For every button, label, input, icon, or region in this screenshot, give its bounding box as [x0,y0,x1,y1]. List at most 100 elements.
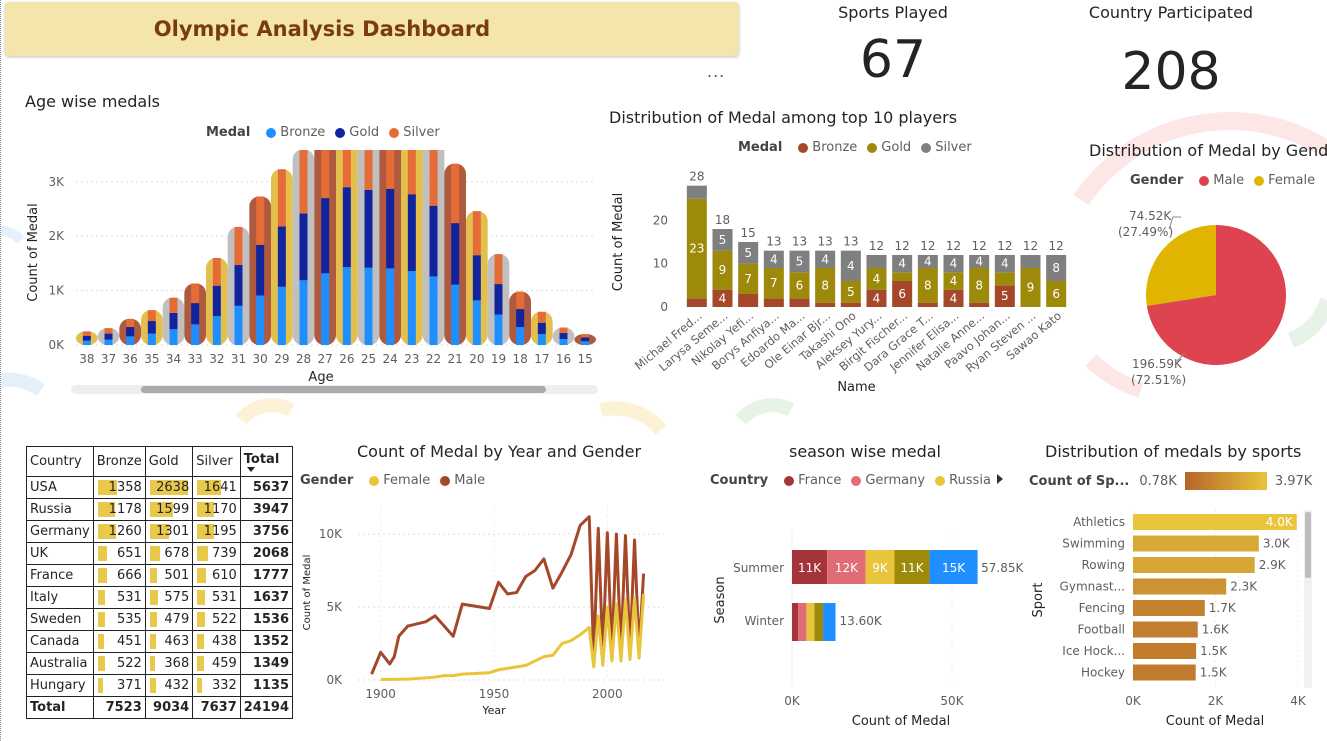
legend-next-page-icon[interactable] [997,474,1003,484]
bronze-cell[interactable]: 451 [92,630,146,653]
table-row[interactable]: Canada 451 463 438 1352 [26,630,294,653]
header-total[interactable]: Total [239,446,294,477]
medals-by-sport-chart[interactable]: 0K 2K 4K Athletics 4.0K Swimming 3.0K Rowing 2.9… [1026,500,1327,735]
more-options-icon[interactable]: ... [707,62,725,81]
bronze-cell[interactable]: 371 [92,674,146,697]
gold-cell[interactable]: 1301 [144,520,194,543]
x-tick-label: 25 [361,352,376,366]
legend-title: Gender [1130,173,1184,188]
age-chart-scrollbar-thumb[interactable] [141,386,546,393]
country-cell[interactable]: Italy [26,586,94,609]
total-cell[interactable]: 5637 [239,476,294,499]
bronze-cell[interactable]: 1358 [92,476,146,499]
country-cell[interactable]: Germany [26,520,94,543]
bronze-cell[interactable]: 522 [92,652,146,675]
bronze-cell[interactable]: 1260 [92,520,146,543]
silver-cell[interactable]: 522 [192,608,241,631]
medal-matrix-table[interactable]: Country Bronze Gold Silver Total USA 1358… [26,446,294,719]
legend-male[interactable]: Male [1213,173,1244,188]
silver-cell[interactable]: 531 [192,586,241,609]
country-cell[interactable]: Australia [26,652,94,675]
legend-silver[interactable]: Silver [935,140,972,155]
gold-cell[interactable]: 479 [144,608,194,631]
country-cell[interactable]: France [26,564,94,587]
top-players-medal-chart[interactable]: 01020Count of Medal 2328Michael Fred...49… [606,165,1076,400]
total-cell[interactable]: 1536 [239,608,294,631]
bronze-cell[interactable]: 666 [92,564,146,587]
silver-cell[interactable]: 1195 [192,520,241,543]
total-cell[interactable]: 1352 [239,630,294,653]
gold-cell[interactable]: 575 [144,586,194,609]
total-cell[interactable]: 2068 [239,542,294,565]
pie-label-male-value: 196.59K [1132,357,1183,371]
bronze-cell[interactable]: 535 [92,608,146,631]
bronze-cell[interactable]: 531 [92,586,146,609]
legend-bronze[interactable]: Bronze [812,140,857,155]
player-bar-bronze [917,302,938,307]
table-row[interactable]: Hungary 371 432 332 1135 [26,674,294,697]
silver-cell[interactable]: 438 [192,630,241,653]
gold-cell[interactable]: 678 [144,542,194,565]
silver-cell[interactable]: 459 [192,652,241,675]
medal-by-year-line-chart[interactable]: 0K 5K 10K 1900 1950 2000 Count of Medal Year [296,495,676,720]
header-silver[interactable]: Silver [192,446,241,477]
silver-cell[interactable]: 739 [192,542,241,565]
bronze-cell[interactable]: 1178 [92,498,146,521]
country-cell[interactable]: Russia [26,498,94,521]
total-cell[interactable]: 3947 [239,498,294,521]
country-cell[interactable]: Canada [26,630,94,653]
gold-cell[interactable]: 2638 [144,476,194,499]
table-row[interactable]: USA 1358 2638 1641 5637 [26,476,294,499]
gold-cell[interactable]: 463 [144,630,194,653]
total-cell[interactable]: 1135 [239,674,294,697]
table-row[interactable]: UK 651 678 739 2068 [26,542,294,565]
legend-silver[interactable]: Silver [403,125,440,140]
legend-gold[interactable]: Gold [349,125,379,140]
data-bar [197,656,204,671]
sport-bar [1133,600,1205,616]
age-chart-scrollbar-track[interactable] [71,385,598,394]
table-row[interactable]: Germany 1260 1301 1195 3756 [26,520,294,543]
gold-cell[interactable]: 1599 [144,498,194,521]
country-cell[interactable]: Sweden [26,608,94,631]
gold-cell[interactable]: 432 [144,674,194,697]
bronze-cell[interactable]: 651 [92,542,146,565]
data-label: 8 [975,278,983,292]
age-bar-bronze [169,329,178,345]
sort-desc-icon[interactable] [246,466,255,472]
table-row[interactable]: Australia 522 368 459 1349 [26,652,294,675]
legend-germany[interactable]: Germany [865,473,925,488]
header-country[interactable]: Country [26,446,94,477]
gold-cell[interactable]: 368 [144,652,194,675]
country-cell[interactable]: Hungary [26,674,94,697]
table-row[interactable]: Sweden 535 479 522 1536 [26,608,294,631]
age-bar-gold [537,322,546,335]
silver-cell[interactable]: 1641 [192,476,241,499]
silver-cell[interactable]: 1170 [192,498,241,521]
country-cell[interactable]: USA [26,476,94,499]
legend-male[interactable]: Male [454,473,485,488]
table-row[interactable]: France 666 501 610 1777 [26,564,294,587]
header-gold[interactable]: Gold [144,446,194,477]
total-cell[interactable]: 1777 [239,564,294,587]
gold-cell[interactable]: 501 [144,564,194,587]
silver-cell[interactable]: 332 [192,674,241,697]
legend-russia[interactable]: Russia [949,473,991,488]
table-row[interactable]: Italy 531 575 531 1637 [26,586,294,609]
legend-female[interactable]: Female [383,473,430,488]
legend-france[interactable]: France [798,473,841,488]
season-wise-medal-chart[interactable]: Summer 11K 12K 9K 11K 15K 57.85K Winter 13.60K Se… [706,500,1026,735]
table-row[interactable]: Russia 1178 1599 1170 3947 [26,498,294,521]
sports-chart-title: Distribution of medals by sports [1045,442,1302,461]
legend-gold[interactable]: Gold [881,140,911,155]
total-cell[interactable]: 1349 [239,652,294,675]
country-cell[interactable]: UK [26,542,94,565]
gender-pie-chart[interactable]: 74.52K (27.49%) 196.59K (72.51%) [1101,195,1327,395]
age-wise-medals-chart[interactable]: 0K 1K 2K 3K Count of Medal 38 37 36 35 34 33 32 31 30… [21,150,601,395]
silver-cell[interactable]: 610 [192,564,241,587]
total-cell[interactable]: 3756 [239,520,294,543]
legend-female[interactable]: Female [1268,173,1315,188]
header-bronze[interactable]: Bronze [92,446,146,477]
legend-bronze[interactable]: Bronze [280,125,325,140]
total-cell[interactable]: 1637 [239,586,294,609]
